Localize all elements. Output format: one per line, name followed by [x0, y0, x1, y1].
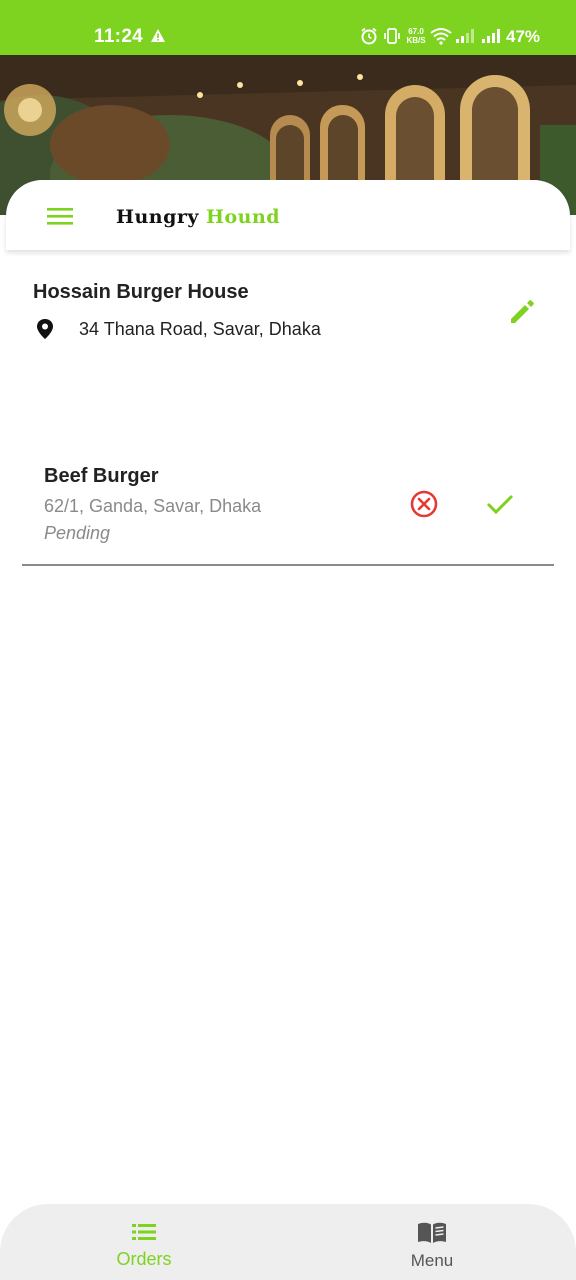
nav-item-orders[interactable]: Orders: [0, 1204, 288, 1280]
app-logo: Hungry Hound: [116, 206, 280, 228]
warning-icon: [151, 29, 165, 42]
nav-label-menu: Menu: [410, 1251, 454, 1270]
app-logo-part1: Hungry: [116, 206, 199, 228]
restaurant-name: Hossain Burger House: [33, 281, 249, 303]
app-logo-part2: Hound: [206, 206, 281, 228]
network-speed-value: 67.0: [408, 27, 424, 36]
network-speed: 67.0 KB/S: [405, 27, 427, 45]
alarm-icon: [361, 27, 377, 45]
list-icon: [132, 1224, 156, 1240]
status-time: 11:24: [94, 26, 144, 47]
nav-item-menu[interactable]: Menu: [288, 1204, 576, 1280]
app-bar: Hungry Hound: [6, 180, 570, 250]
status-bar: 11:24 67.0 KB/S 47%: [0, 0, 576, 55]
signal-icon: [456, 29, 474, 43]
order-list-item[interactable]: Beef Burger 62/1, Ganda, Savar, Dhaka Pe…: [22, 448, 554, 566]
network-speed-unit: KB/S: [406, 36, 426, 45]
vibrate-icon: [384, 28, 400, 44]
wifi-icon: [430, 28, 452, 45]
edit-pencil-icon[interactable]: [507, 297, 537, 327]
restaurant-address: 34 Thana Road, Savar, Dhaka: [79, 319, 321, 339]
nav-label-orders: Orders: [116, 1249, 172, 1269]
bottom-navigation: Orders Menu: [0, 1204, 576, 1280]
order-title: Beef Burger: [44, 465, 159, 487]
hamburger-menu-icon[interactable]: [46, 206, 74, 226]
accept-order-checkmark-icon[interactable]: [485, 490, 515, 518]
order-address: 62/1, Ganda, Savar, Dhaka: [44, 496, 262, 516]
reject-order-icon[interactable]: [409, 489, 439, 519]
book-icon: [418, 1222, 446, 1243]
order-status: Pending: [44, 523, 111, 543]
location-pin-icon: [37, 319, 53, 339]
battery-percentage: 47%: [506, 27, 541, 46]
signal-icon: [482, 29, 500, 43]
